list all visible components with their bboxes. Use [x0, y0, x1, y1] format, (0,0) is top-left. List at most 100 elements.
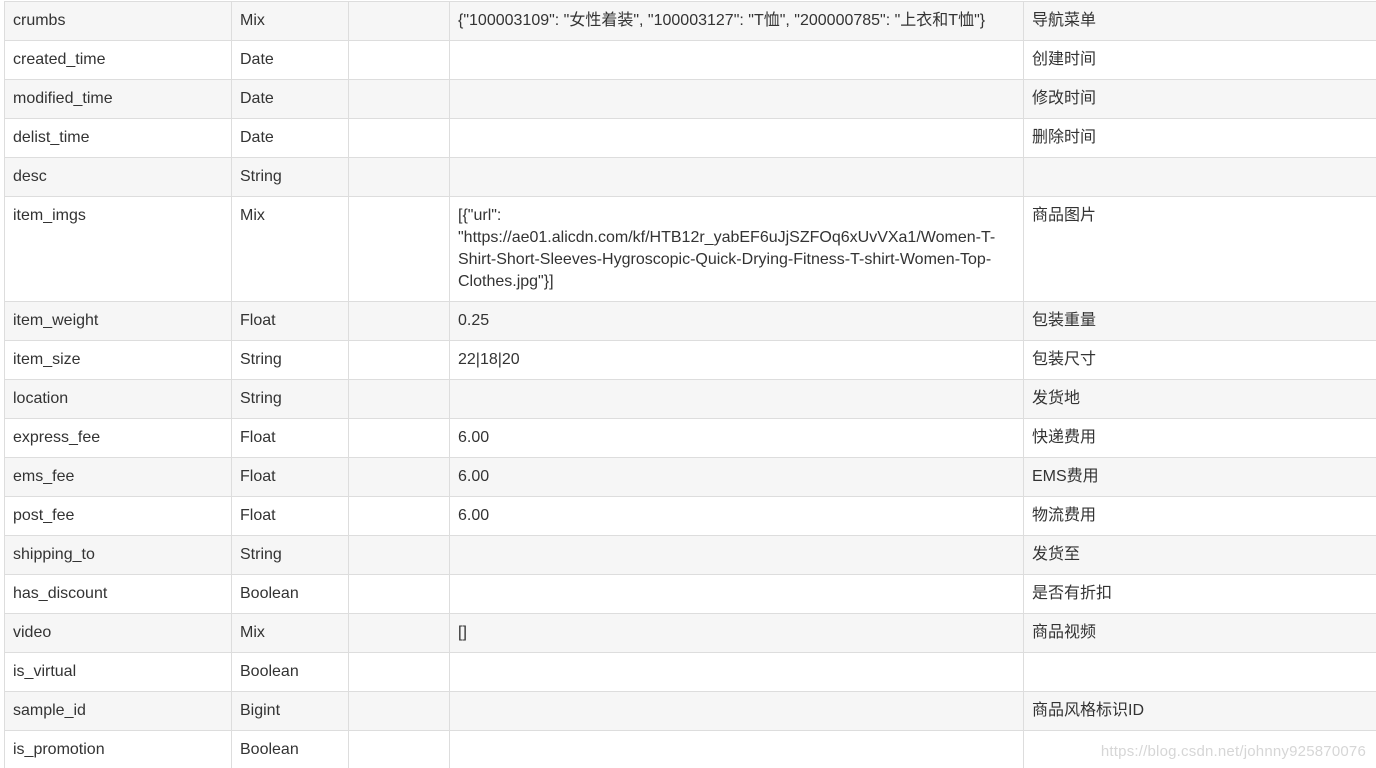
field-type-cell: String — [231, 340, 349, 380]
field-name-cell: is_virtual — [4, 652, 232, 692]
field-name-cell: item_weight — [4, 301, 232, 341]
field-blank-cell — [348, 652, 450, 692]
field-blank-cell — [348, 301, 450, 341]
field-type-cell: Boolean — [231, 574, 349, 614]
field-desc-cell: 商品视频 — [1023, 613, 1376, 653]
field-type-cell: Float — [231, 301, 349, 341]
field-value-cell: 0.25 — [449, 301, 1024, 341]
field-name-cell: delist_time — [4, 118, 232, 158]
field-desc-cell: 导航菜单 — [1023, 1, 1376, 41]
field-blank-cell — [348, 730, 450, 768]
field-type-cell: String — [231, 157, 349, 197]
field-type-cell: Mix — [231, 613, 349, 653]
field-desc-cell: EMS费用 — [1023, 457, 1376, 497]
field-desc-cell: 包装尺寸 — [1023, 340, 1376, 380]
field-name-cell: crumbs — [4, 1, 232, 41]
table-row: sample_id Bigint 商品风格标识ID — [4, 691, 1376, 731]
field-desc-cell: 发货地 — [1023, 379, 1376, 419]
table-row: desc String — [4, 157, 1376, 197]
field-name-cell: desc — [4, 157, 232, 197]
field-blank-cell — [348, 196, 450, 302]
field-blank-cell — [348, 418, 450, 458]
table-row: item_weight Float 0.25 包装重量 — [4, 301, 1376, 341]
field-type-cell: String — [231, 535, 349, 575]
field-name-cell: has_discount — [4, 574, 232, 614]
field-table: crumbs Mix {"100003109": "女性着装", "100003… — [4, 1, 1376, 768]
field-type-cell: Float — [231, 418, 349, 458]
field-blank-cell — [348, 535, 450, 575]
field-desc-cell: 商品图片 — [1023, 196, 1376, 302]
table-row: location String 发货地 — [4, 379, 1376, 419]
table-row: modified_time Date 修改时间 — [4, 79, 1376, 119]
field-name-cell: is_promotion — [4, 730, 232, 768]
field-type-cell: Date — [231, 79, 349, 119]
watermark-url: https://blog.csdn.net/johnny925870076 — [1100, 743, 1366, 760]
field-desc-cell: 修改时间 — [1023, 79, 1376, 119]
field-value-cell — [449, 691, 1024, 731]
field-desc-cell: 包装重量 — [1023, 301, 1376, 341]
field-value-cell: 6.00 — [449, 418, 1024, 458]
field-type-cell: Bigint — [231, 691, 349, 731]
field-name-cell: ems_fee — [4, 457, 232, 497]
field-value-cell: 6.00 — [449, 496, 1024, 536]
table-row: video Mix [] 商品视频 — [4, 613, 1376, 653]
field-blank-cell — [348, 340, 450, 380]
field-name-cell: video — [4, 613, 232, 653]
field-name-cell: modified_time — [4, 79, 232, 119]
field-value-cell — [449, 40, 1024, 80]
field-blank-cell — [348, 496, 450, 536]
field-type-cell: Mix — [231, 1, 349, 41]
field-blank-cell — [348, 40, 450, 80]
field-desc-cell: 商品风格标识ID — [1023, 691, 1376, 731]
field-blank-cell — [348, 379, 450, 419]
field-value-cell: [{"url": "https://ae01.alicdn.com/kf/HTB… — [449, 196, 1024, 302]
field-name-cell: sample_id — [4, 691, 232, 731]
table-row: express_fee Float 6.00 快递费用 — [4, 418, 1376, 458]
field-blank-cell — [348, 1, 450, 41]
table-row: ems_fee Float 6.00 EMS费用 — [4, 457, 1376, 497]
table-row: item_imgs Mix [{"url": "https://ae01.ali… — [4, 196, 1376, 302]
field-blank-cell — [348, 613, 450, 653]
field-value-cell — [449, 730, 1024, 768]
field-value-cell — [449, 118, 1024, 158]
field-value-cell — [449, 535, 1024, 575]
field-value-cell: {"100003109": "女性着装", "100003127": "T恤",… — [449, 1, 1024, 41]
field-value-cell: 22|18|20 — [449, 340, 1024, 380]
field-table-body: crumbs Mix {"100003109": "女性着装", "100003… — [4, 1, 1376, 768]
table-row: crumbs Mix {"100003109": "女性着装", "100003… — [4, 1, 1376, 41]
table-row: delist_time Date 删除时间 — [4, 118, 1376, 158]
table-row: has_discount Boolean 是否有折扣 — [4, 574, 1376, 614]
field-name-cell: item_size — [4, 340, 232, 380]
field-type-cell: Date — [231, 40, 349, 80]
field-desc-cell: 删除时间 — [1023, 118, 1376, 158]
field-name-cell: shipping_to — [4, 535, 232, 575]
field-desc-cell: 物流费用 — [1023, 496, 1376, 536]
field-value-cell — [449, 157, 1024, 197]
field-desc-cell — [1023, 157, 1376, 197]
table-row: created_time Date 创建时间 — [4, 40, 1376, 80]
table-row: shipping_to String 发货至 — [4, 535, 1376, 575]
field-name-cell: post_fee — [4, 496, 232, 536]
field-desc-cell: 创建时间 — [1023, 40, 1376, 80]
field-type-cell: Boolean — [231, 730, 349, 768]
field-value-cell: 6.00 — [449, 457, 1024, 497]
field-name-cell: express_fee — [4, 418, 232, 458]
field-blank-cell — [348, 691, 450, 731]
field-value-cell — [449, 79, 1024, 119]
field-name-cell: location — [4, 379, 232, 419]
field-type-cell: Float — [231, 496, 349, 536]
field-type-cell: Boolean — [231, 652, 349, 692]
field-blank-cell — [348, 79, 450, 119]
field-blank-cell — [348, 118, 450, 158]
table-row: is_virtual Boolean — [4, 652, 1376, 692]
field-desc-cell: 发货至 — [1023, 535, 1376, 575]
field-name-cell: created_time — [4, 40, 232, 80]
field-desc-cell: 快递费用 — [1023, 418, 1376, 458]
field-blank-cell — [348, 574, 450, 614]
table-row: post_fee Float 6.00 物流费用 — [4, 496, 1376, 536]
field-type-cell: String — [231, 379, 349, 419]
field-desc-cell: 是否有折扣 — [1023, 574, 1376, 614]
field-value-cell — [449, 379, 1024, 419]
field-type-cell: Float — [231, 457, 349, 497]
field-desc-cell — [1023, 652, 1376, 692]
